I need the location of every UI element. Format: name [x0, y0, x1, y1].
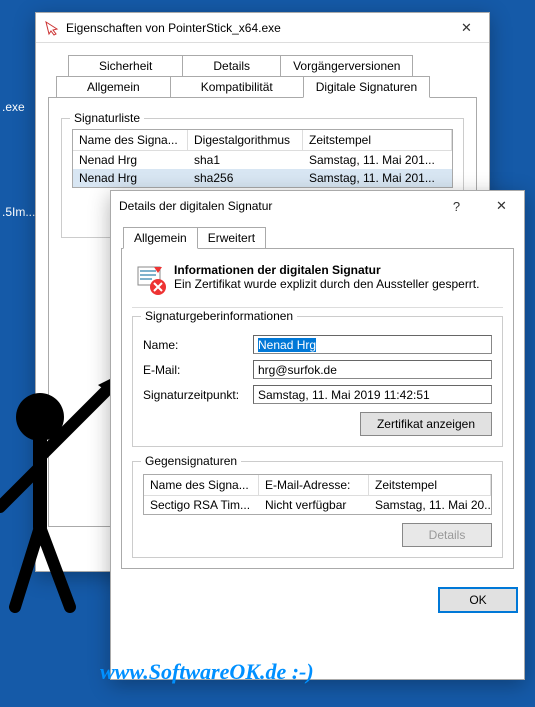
signing-time-field[interactable]: Samstag, 11. Mai 2019 11:42:51 [253, 385, 492, 404]
col-name[interactable]: Name des Signa... [144, 475, 259, 495]
watermark: www.SoftwareOK.de :-) [100, 659, 314, 685]
tab-general[interactable]: Allgemein [56, 76, 171, 98]
details-button: Details [402, 523, 492, 547]
list-header: Name des Signa... E-Mail-Adresse: Zeitst… [144, 475, 491, 496]
table-row[interactable]: Sectigo RSA Tim... Nicht verfügbar Samst… [144, 496, 491, 514]
table-row[interactable]: Nenad Hrg sha1 Samstag, 11. Mai 201... [73, 151, 452, 169]
view-certificate-button[interactable]: Zertifikat anzeigen [360, 412, 492, 436]
col-email[interactable]: E-Mail-Adresse: [259, 475, 369, 495]
col-name[interactable]: Name des Signa... [73, 130, 188, 150]
window-title: Eigenschaften von PointerStick_x64.exe [66, 21, 444, 35]
signing-time-label: Signaturzeitpunkt: [143, 388, 253, 402]
app-icon [44, 20, 60, 36]
tab-security[interactable]: Sicherheit [68, 55, 183, 77]
close-button[interactable]: ✕ [444, 13, 489, 43]
col-timestamp[interactable]: Zeitstempel [369, 475, 491, 495]
email-field[interactable]: hrg@surfok.de [253, 360, 492, 379]
window-title: Details der digitalen Signatur [119, 199, 434, 213]
tab-general[interactable]: Allgemein [123, 227, 198, 249]
help-button[interactable]: ? [434, 191, 479, 221]
tab-digital-signatures[interactable]: Digitale Signaturen [303, 76, 430, 98]
titlebar[interactable]: Details der digitalen Signatur ? ✕ [111, 191, 524, 221]
tab-compatibility[interactable]: Kompatibilität [170, 76, 304, 98]
ok-button[interactable]: OK [438, 587, 518, 613]
titlebar[interactable]: Eigenschaften von PointerStick_x64.exe ✕ [36, 13, 489, 43]
table-row[interactable]: Nenad Hrg sha256 Samstag, 11. Mai 201... [73, 169, 452, 187]
group-label: Gegensignaturen [141, 454, 241, 468]
list-header: Name des Signa... Digestalgorithmus Zeit… [73, 130, 452, 151]
countersignatures-listview[interactable]: Name des Signa... E-Mail-Adresse: Zeitst… [143, 474, 492, 515]
group-label: Signaturgeberinformationen [141, 309, 297, 323]
desktop-label: .exe [2, 100, 25, 114]
email-label: E-Mail: [143, 363, 253, 377]
tab-previous-versions[interactable]: Vorgängerversionen [280, 55, 413, 77]
tab-panel: Informationen der digitalen Signatur Ein… [121, 248, 514, 569]
tab-details[interactable]: Details [182, 55, 281, 77]
name-label: Name: [143, 338, 253, 352]
signature-listview[interactable]: Name des Signa... Digestalgorithmus Zeit… [72, 129, 453, 188]
close-button[interactable]: ✕ [479, 191, 524, 221]
certificate-error-icon [134, 263, 166, 295]
col-timestamp[interactable]: Zeitstempel [303, 130, 452, 150]
signature-details-window: Details der digitalen Signatur ? ✕ Allge… [110, 190, 525, 680]
countersignatures-group: Gegensignaturen Name des Signa... E-Mail… [132, 461, 503, 558]
name-field[interactable]: Nenad Hrg [253, 335, 492, 354]
info-message: Ein Zertifikat wurde explizit durch den … [174, 277, 479, 291]
col-digest[interactable]: Digestalgorithmus [188, 130, 303, 150]
group-label: Signaturliste [70, 111, 144, 125]
tab-advanced[interactable]: Erweitert [197, 227, 266, 249]
info-title: Informationen der digitalen Signatur [174, 263, 479, 277]
desktop-label: .5Im... [2, 205, 35, 219]
signer-info-group: Signaturgeberinformationen Name: Nenad H… [132, 316, 503, 447]
